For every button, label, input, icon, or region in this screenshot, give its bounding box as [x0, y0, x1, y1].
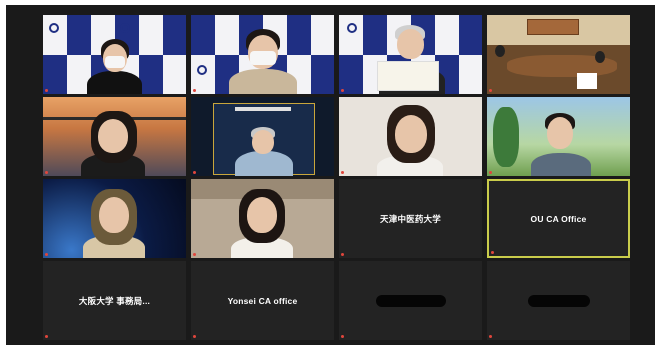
participant-tile-10[interactable]: [191, 179, 334, 258]
muted-mic-icon: [45, 253, 48, 256]
muted-mic-icon: [193, 253, 196, 256]
participant-face: [252, 130, 274, 154]
university-logo-icon: [49, 23, 59, 33]
participant-tile-6[interactable]: [191, 97, 334, 176]
muted-mic-icon: [45, 89, 48, 92]
muted-mic-icon: [193, 335, 196, 338]
muted-mic-icon: [45, 171, 48, 174]
muted-mic-icon: [341, 335, 344, 338]
muted-mic-icon: [45, 335, 48, 338]
university-logo-icon: [197, 65, 207, 75]
muted-mic-icon: [489, 171, 492, 174]
held-certificate: [377, 61, 439, 91]
muted-mic-icon: [489, 89, 492, 92]
participant-name: 天津中医药大学: [380, 213, 441, 224]
participant-body: [229, 69, 297, 94]
muted-mic-icon: [341, 89, 344, 92]
participant-face: [397, 29, 424, 59]
participant-face: [247, 197, 277, 233]
participant-name: Yonsei CA office: [227, 295, 298, 306]
participant-body: [531, 153, 591, 176]
participant-tile-8[interactable]: [487, 97, 630, 176]
participant-body: [235, 151, 293, 176]
muted-mic-icon: [193, 171, 196, 174]
participant-face: [99, 197, 129, 233]
video-conference-window: 天津中医药大学 OU CA Office 大阪大学 事務局... Yonsei …: [6, 5, 655, 345]
participant-face: [547, 117, 573, 149]
participant-tile-16[interactable]: [487, 261, 630, 340]
room-painting: [527, 19, 579, 35]
muted-mic-icon: [341, 171, 344, 174]
participant-name: 大阪大学 事務局...: [78, 295, 151, 306]
muted-mic-icon: [193, 89, 196, 92]
face-mask: [105, 56, 125, 68]
university-logo-icon: [347, 23, 357, 33]
participant-tile-1[interactable]: [43, 15, 186, 94]
participant-face: [395, 115, 427, 153]
participant-tile-11[interactable]: 天津中医药大学: [339, 179, 482, 258]
participant-tile-9[interactable]: [43, 179, 186, 258]
redacted-name: [375, 294, 446, 307]
participant-tile-7[interactable]: [339, 97, 482, 176]
participant-tile-15[interactable]: [339, 261, 482, 340]
participant-tile-12-active-speaker[interactable]: OU CA Office: [487, 179, 630, 258]
participant-name: OU CA Office: [530, 213, 587, 224]
participant-tile-2[interactable]: [191, 15, 334, 94]
participant-body: [87, 71, 142, 94]
participant-face: [98, 119, 128, 153]
participant-tile-3[interactable]: [339, 15, 482, 94]
university-logo-icon: [120, 23, 130, 33]
participant-tile-14[interactable]: Yonsei CA office: [191, 261, 334, 340]
participant-tile-13[interactable]: 大阪大学 事務局...: [43, 261, 186, 340]
redacted-name: [527, 294, 590, 307]
face-mask: [250, 51, 276, 65]
participant-tile-5[interactable]: [43, 97, 186, 176]
tree-backdrop: [493, 107, 519, 167]
participant-gallery: 天津中医药大学 OU CA Office 大阪大学 事務局... Yonsei …: [43, 15, 630, 341]
muted-mic-icon: [489, 335, 492, 338]
muted-mic-icon: [341, 253, 344, 256]
participant-tile-4[interactable]: [487, 15, 630, 94]
muted-mic-icon: [491, 251, 494, 254]
